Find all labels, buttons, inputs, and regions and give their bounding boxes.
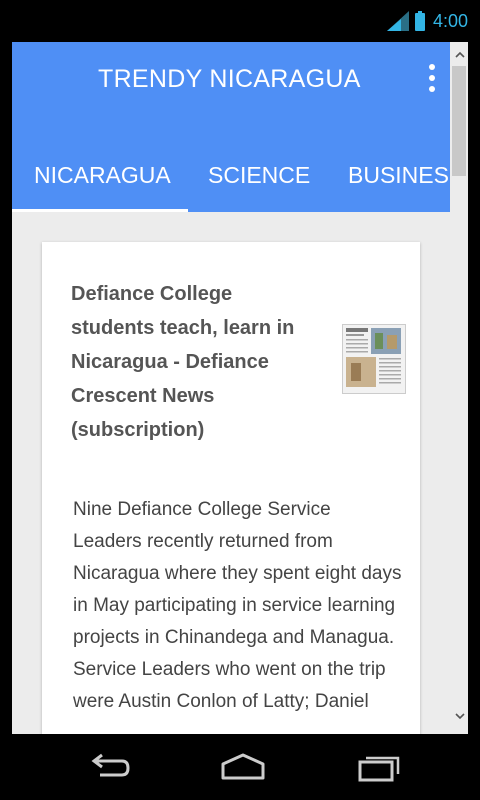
- system-nav-bar: [0, 738, 480, 800]
- app-title: TRENDY NICARAGUA: [98, 65, 361, 93]
- scroll-up-icon[interactable]: [455, 50, 465, 60]
- article-title[interactable]: Defiance College students teach, learn i…: [71, 277, 311, 447]
- status-time: 4:00: [432, 10, 468, 31]
- back-icon[interactable]: [86, 752, 132, 782]
- status-bar: 4:00: [0, 0, 480, 40]
- app-screen: TRENDY NICARAGUA NICARAGUA SCIENCE BUSIN…: [12, 42, 468, 734]
- app-bar: TRENDY NICARAGUA NICARAGUA SCIENCE BUSIN…: [12, 42, 464, 212]
- recent-apps-icon[interactable]: [356, 752, 402, 782]
- scroll-down-icon[interactable]: [455, 711, 465, 721]
- tab-bar: NICARAGUA SCIENCE BUSINESS: [12, 154, 464, 212]
- article-card[interactable]: Defiance College students teach, learn i…: [42, 242, 420, 734]
- tab-business[interactable]: BUSINESS: [348, 162, 464, 189]
- tab-science[interactable]: SCIENCE: [208, 162, 310, 189]
- scrollbar-thumb[interactable]: [452, 66, 466, 176]
- newspaper-thumbnail[interactable]: [342, 324, 406, 394]
- signal-icon: [386, 11, 409, 31]
- status-icons: 4:00: [386, 10, 468, 32]
- battery-icon: [414, 11, 425, 31]
- tab-selected-indicator: [12, 209, 188, 212]
- overflow-menu-icon[interactable]: [420, 62, 444, 94]
- article-summary: Nine Defiance College Service Leaders re…: [73, 499, 402, 712]
- home-icon[interactable]: [219, 752, 267, 782]
- tab-nicaragua[interactable]: NICARAGUA: [34, 162, 171, 189]
